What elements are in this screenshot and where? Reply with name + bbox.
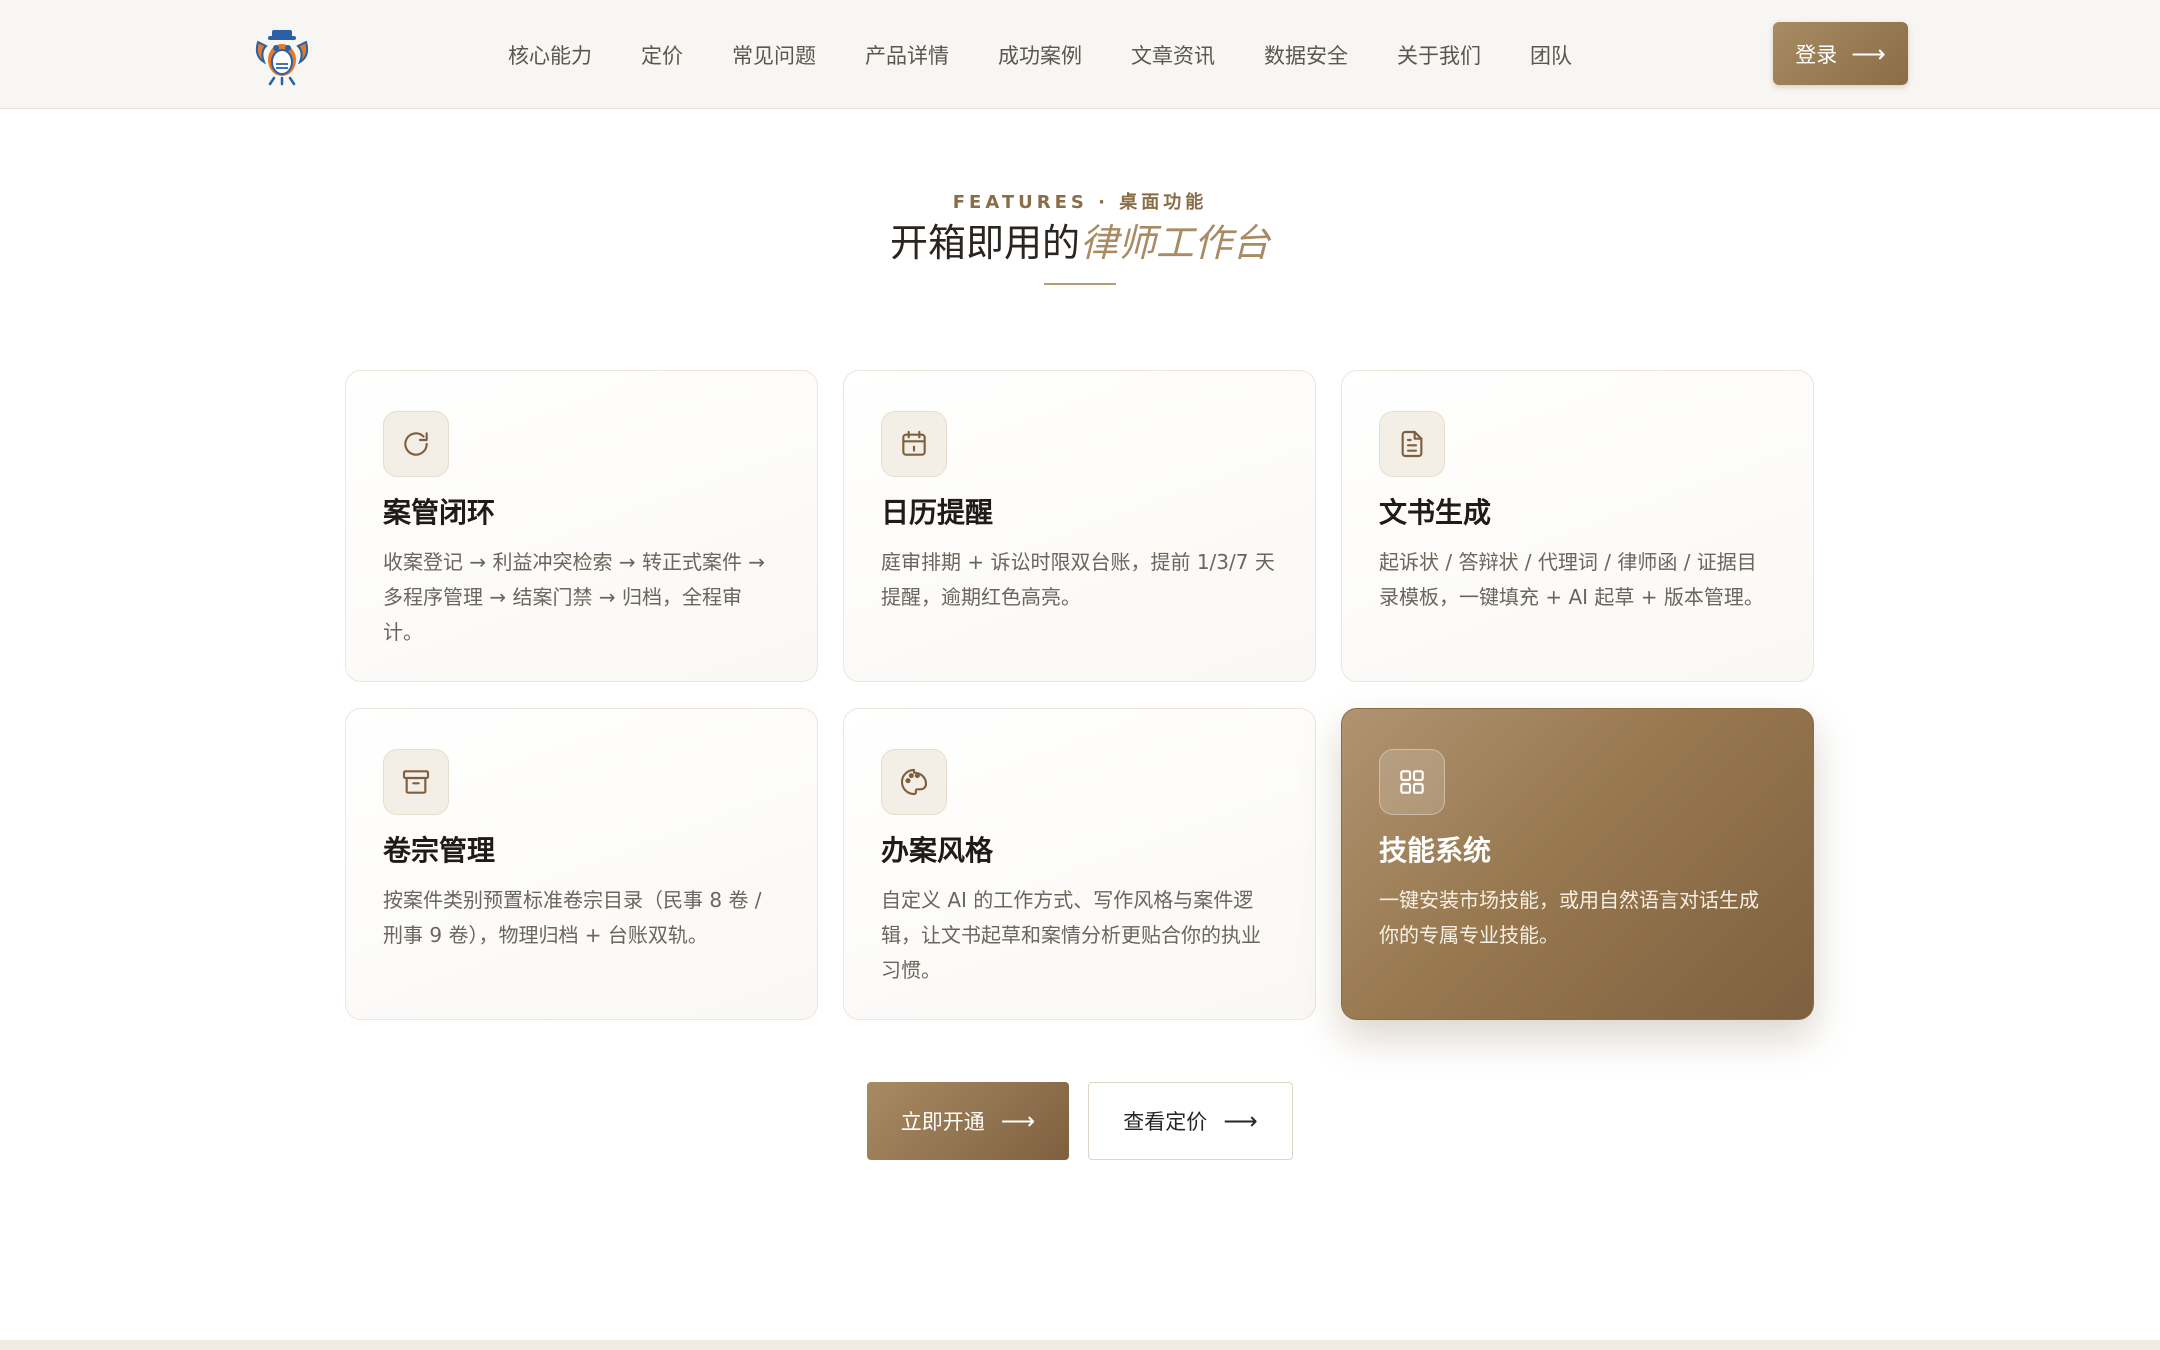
- activate-now-button[interactable]: 立即开通 ⟶: [867, 1082, 1069, 1160]
- login-button[interactable]: 登录 ⟶: [1773, 22, 1908, 85]
- nav-item-data-security[interactable]: 数据安全: [1264, 40, 1348, 70]
- feature-card-skill-system[interactable]: 技能系统 一键安装市场技能，或用自然语言对话生成你的专属专业技能。: [1341, 708, 1814, 1020]
- activate-now-label: 立即开通: [900, 1110, 985, 1134]
- nav-item-pricing[interactable]: 定价: [641, 40, 683, 70]
- nav-item-articles[interactable]: 文章资讯: [1131, 40, 1215, 70]
- arrow-right-icon: ⟶: [1223, 1107, 1258, 1135]
- nav-item-team[interactable]: 团队: [1530, 40, 1572, 70]
- arrow-right-icon: ⟶: [1000, 1107, 1036, 1135]
- palette-icon: [881, 749, 947, 815]
- feature-card-calendar[interactable]: 日历提醒 庭审排期 + 诉讼时限双台账，提前 1/3/7 天提醒，逾期红色高亮。: [843, 370, 1316, 682]
- footer-edge: [0, 1340, 2160, 1350]
- card-title: 文书生成: [1379, 496, 1492, 529]
- section-title-accent: 律师工作台: [1080, 221, 1271, 265]
- nav-item-product-details[interactable]: 产品详情: [865, 40, 949, 70]
- document-icon: [1379, 411, 1445, 477]
- view-pricing-button[interactable]: 查看定价 ⟶: [1088, 1082, 1293, 1160]
- feature-card-case-management[interactable]: 案管闭环 收案登记 → 利益冲突检索 → 转正式案件 → 多程序管理 → 结案门…: [345, 370, 818, 682]
- feature-card-document-generation[interactable]: 文书生成 起诉状 / 答辩状 / 代理词 / 律师函 / 证据目录模板，一键填充…: [1341, 370, 1814, 682]
- feature-card-dossier-management[interactable]: 卷宗管理 按案件类别预置标准卷宗目录（民事 8 卷 / 刑事 9 卷），物理归档…: [345, 708, 818, 1020]
- refresh-icon: [383, 411, 449, 477]
- view-pricing-label: 查看定价: [1123, 1110, 1208, 1134]
- grid-icon: [1379, 749, 1445, 815]
- arrow-right-icon: ⟶: [1851, 39, 1886, 68]
- card-description: 一键安装市场技能，或用自然语言对话生成你的专属专业技能。: [1379, 888, 1759, 947]
- card-title: 卷宗管理: [383, 834, 496, 867]
- nav-item-faq[interactable]: 常见问题: [732, 40, 816, 70]
- card-title: 办案风格: [881, 834, 994, 867]
- calendar-icon: [881, 411, 947, 477]
- site-header: 核心能力 定价 常见问题 产品详情 成功案例 文章资讯 数据安全 关于我们 团队…: [0, 0, 2160, 109]
- nav-item-core-capabilities[interactable]: 核心能力: [508, 40, 592, 70]
- card-title: 技能系统: [1379, 834, 1492, 867]
- section-title-plain: 开箱即用的: [889, 221, 1080, 265]
- card-description: 自定义 AI 的工作方式、写作风格与案件逻辑，让文书起草和案情分析更贴合你的执业…: [881, 888, 1261, 982]
- lobster-logo-icon[interactable]: [250, 22, 314, 86]
- main-nav: 核心能力 定价 常见问题 产品详情 成功案例 文章资讯 数据安全 关于我们 团队: [508, 0, 1572, 109]
- card-description: 起诉状 / 答辩状 / 代理词 / 律师函 / 证据目录模板，一键填充 + AI…: [1379, 550, 1764, 609]
- nav-item-case-studies[interactable]: 成功案例: [998, 40, 1082, 70]
- card-description: 按案件类别预置标准卷宗目录（民事 8 卷 / 刑事 9 卷），物理归档 + 台账…: [383, 888, 762, 947]
- feature-card-work-style[interactable]: 办案风格 自定义 AI 的工作方式、写作风格与案件逻辑，让文书起草和案情分析更贴…: [843, 708, 1316, 1020]
- title-divider: [1044, 283, 1116, 285]
- login-button-label: 登录: [1795, 42, 1838, 67]
- section-title: 开箱即用的律师工作台: [0, 212, 2160, 267]
- nav-item-about-us[interactable]: 关于我们: [1397, 40, 1481, 70]
- card-description: 庭审排期 + 诉讼时限双台账，提前 1/3/7 天提醒，逾期红色高亮。: [881, 550, 1275, 609]
- card-title: 案管闭环: [383, 496, 496, 529]
- card-description: 收案登记 → 利益冲突检索 → 转正式案件 → 多程序管理 → 结案门禁 → 归…: [383, 550, 766, 644]
- archive-icon: [383, 749, 449, 815]
- card-title: 日历提醒: [881, 496, 994, 529]
- section-eyebrow: FEATURES · 桌面功能: [952, 192, 1208, 213]
